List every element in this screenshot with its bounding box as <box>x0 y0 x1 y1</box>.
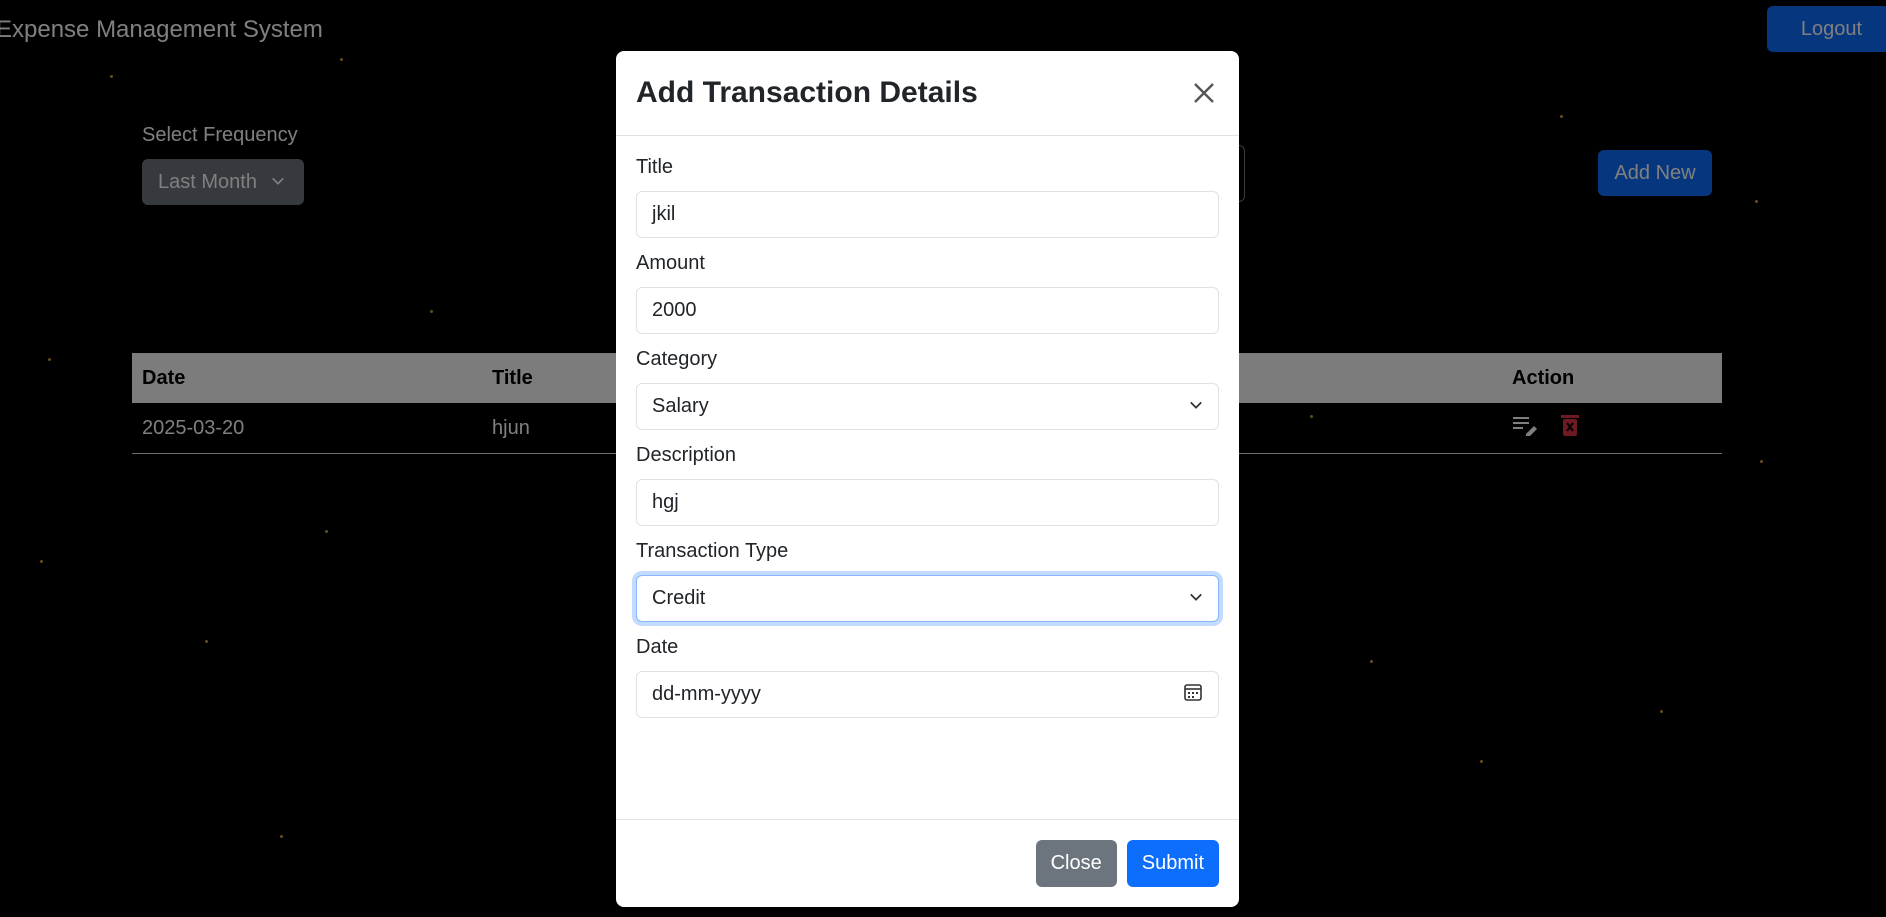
modal-footer: Close Submit <box>616 819 1239 907</box>
date-input[interactable]: dd-mm-yyyy <box>636 671 1219 718</box>
date-placeholder: dd-mm-yyyy <box>652 683 761 705</box>
calendar-icon[interactable] <box>1183 682 1203 708</box>
transaction-type-select[interactable]: Credit <box>636 575 1219 622</box>
close-icon[interactable] <box>1189 78 1219 108</box>
transaction-type-label: Transaction Type <box>636 540 789 562</box>
modal-header: Add Transaction Details <box>616 51 1239 136</box>
add-transaction-modal: Add Transaction Details Title jkil Amoun… <box>616 51 1239 907</box>
amount-label: Amount <box>636 252 705 274</box>
transaction-type-value: Credit <box>652 587 706 609</box>
description-input[interactable]: hgj <box>636 479 1219 526</box>
app-root: Expense Management System Logout Select … <box>0 0 1886 917</box>
modal-body: Title jkil Amount 2000 Category Salary D… <box>616 136 1239 718</box>
field-amount: Amount 2000 <box>636 252 1219 334</box>
submit-button[interactable]: Submit <box>1126 840 1219 887</box>
title-value: jkil <box>652 203 676 225</box>
amount-input[interactable]: 2000 <box>636 287 1219 334</box>
field-description: Description hgj <box>636 444 1219 526</box>
title-label: Title <box>636 156 674 178</box>
close-button[interactable]: Close <box>1035 840 1117 887</box>
description-value: hgj <box>652 491 679 513</box>
field-title: Title jkil <box>636 156 1219 238</box>
field-date: Date dd-mm-yyyy <box>636 636 1219 718</box>
amount-value: 2000 <box>652 299 697 321</box>
category-select[interactable]: Salary <box>636 383 1219 430</box>
chevron-down-icon <box>1189 395 1203 418</box>
title-input[interactable]: jkil <box>636 191 1219 238</box>
date-label: Date <box>636 636 679 658</box>
chevron-down-icon <box>1189 587 1203 610</box>
description-label: Description <box>636 444 737 466</box>
field-transaction-type: Transaction Type Credit <box>636 540 1219 622</box>
category-label: Category <box>636 348 718 370</box>
field-category: Category Salary <box>636 348 1219 430</box>
modal-title: Add Transaction Details <box>636 76 978 109</box>
category-value: Salary <box>652 395 709 417</box>
